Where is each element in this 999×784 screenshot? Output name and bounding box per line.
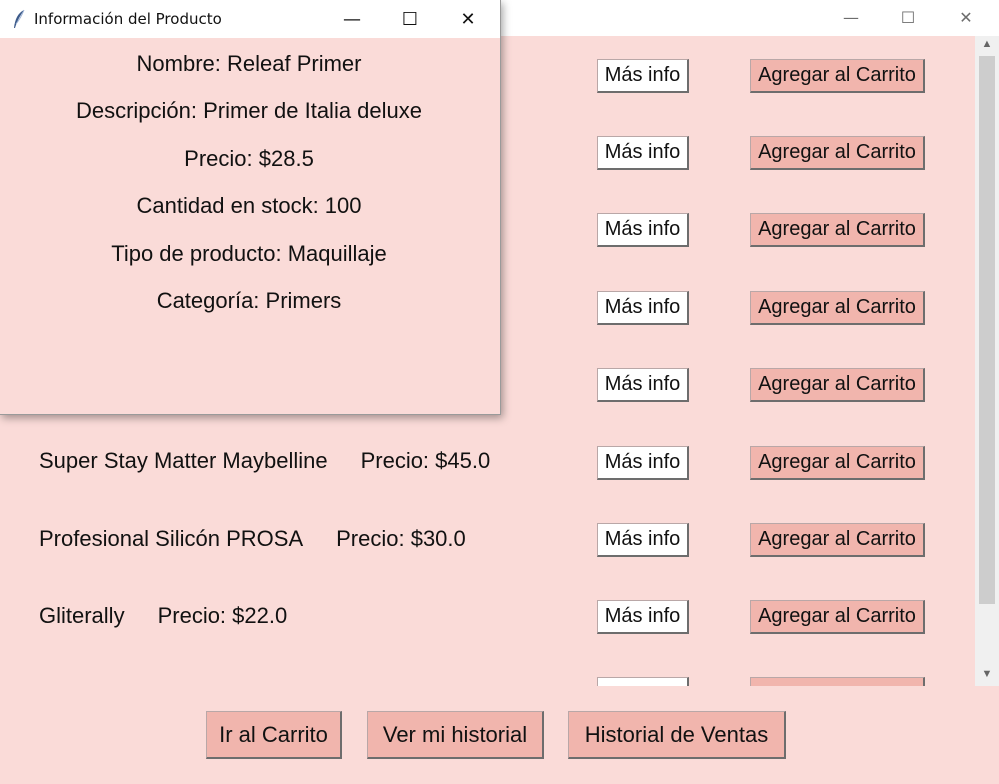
more-info-button[interactable]: Más info (597, 136, 689, 170)
main-close-button[interactable]: ✕ (943, 0, 989, 34)
go-to-cart-button[interactable]: Ir al Carrito (206, 711, 342, 759)
main-minimize-button[interactable]: — (828, 0, 874, 34)
more-info-button[interactable]: Más info (597, 368, 689, 402)
scroll-up-arrow-icon[interactable]: ▲ (975, 38, 999, 50)
add-to-cart-button-partial[interactable] (750, 677, 925, 686)
product-row: Profesional Silicón PROSA Precio: $30.0 M… (0, 522, 975, 562)
more-info-button[interactable]: Más info (597, 213, 689, 247)
sales-history-button[interactable]: Historial de Ventas (568, 711, 786, 759)
popup-minimize-button[interactable]: — (324, 0, 380, 38)
product-name-line: Nombre: Releaf Primer (136, 51, 362, 76)
more-info-button[interactable]: Más info (597, 600, 689, 634)
product-info-window: Información del Producto — ☐ ✕ Nombre: R… (0, 0, 501, 415)
add-to-cart-button[interactable]: Agregar al Carrito (750, 368, 925, 402)
add-to-cart-button[interactable]: Agregar al Carrito (750, 446, 925, 480)
product-name: Profesional Silicón PROSA Precio: $30.0 (39, 526, 466, 551)
main-maximize-button[interactable]: ☐ (885, 0, 931, 34)
vertical-scrollbar[interactable]: ▲ ▼ (975, 36, 999, 686)
popup-maximize-button[interactable]: ☐ (382, 0, 438, 38)
add-to-cart-button[interactable]: Agregar al Carrito (750, 291, 925, 325)
more-info-button-partial[interactable] (597, 677, 689, 686)
add-to-cart-button[interactable]: Agregar al Carrito (750, 136, 925, 170)
product-name: Super Stay Matter Maybelline Precio: $45.… (39, 448, 491, 473)
add-to-cart-button[interactable]: Agregar al Carrito (750, 600, 925, 634)
product-row: Super Stay Matter Maybelline Precio: $45.… (0, 444, 975, 484)
product-row: Gliterally Precio: $22.0 Más info Agregar… (0, 599, 975, 639)
feather-icon (14, 9, 25, 28)
add-to-cart-button[interactable]: Agregar al Carrito (750, 523, 925, 557)
product-description-line: Descripción: Primer de Italia deluxe (75, 98, 423, 123)
product-type-line: Tipo de producto: Maquillaje (111, 241, 387, 266)
scrollbar-thumb[interactable] (979, 56, 995, 604)
product-category-line: Categoría: Primers (156, 288, 342, 313)
product-row-partial (0, 677, 975, 686)
more-info-button[interactable]: Más info (597, 446, 689, 480)
view-history-button[interactable]: Ver mi historial (367, 711, 544, 759)
more-info-button[interactable]: Más info (597, 291, 689, 325)
product-name: Gliterally Precio: $22.0 (39, 603, 288, 628)
more-info-button[interactable]: Más info (597, 59, 689, 93)
popup-close-button[interactable]: ✕ (440, 0, 496, 38)
product-stock-line: Cantidad en stock: 100 (136, 193, 362, 218)
add-to-cart-button[interactable]: Agregar al Carrito (750, 59, 925, 93)
product-price-line: Precio: $28.5 (184, 146, 314, 171)
add-to-cart-button[interactable]: Agregar al Carrito (750, 213, 925, 247)
popup-title: Información del Producto (34, 10, 222, 28)
scroll-down-arrow-icon[interactable]: ▼ (975, 668, 999, 680)
popup-titlebar[interactable]: Información del Producto — ☐ ✕ (0, 0, 500, 38)
more-info-button[interactable]: Más info (597, 523, 689, 557)
